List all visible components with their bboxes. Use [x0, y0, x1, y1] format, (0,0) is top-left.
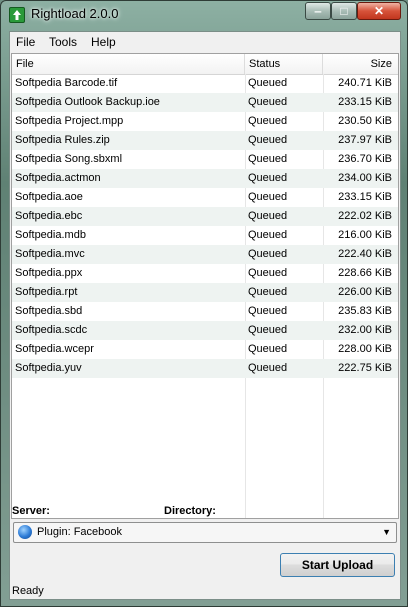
directory-label: Directory: — [164, 505, 216, 517]
size-cell: 237.97 KiB — [338, 134, 392, 146]
column-header-status[interactable]: Status — [245, 54, 323, 74]
status-cell: Queued — [248, 191, 288, 203]
list-rows: Softpedia Barcode.tif Queued 240.71 KiB Sof… — [12, 74, 398, 378]
maximize-button[interactable]: □ — [331, 2, 357, 20]
file-name-cell: Softpedia.mvc — [15, 248, 85, 260]
status-cell: Queued — [248, 324, 288, 336]
status-bar: Ready — [10, 582, 400, 599]
server-select-value: Plugin: Facebook — [37, 526, 122, 538]
app-icon — [9, 7, 25, 23]
status-cell: Queued — [248, 267, 288, 279]
status-cell: Queued — [248, 115, 288, 127]
minimize-button[interactable]: ‒ — [305, 2, 331, 20]
table-row[interactable]: Softpedia Barcode.tif Queued 240.71 KiB — [12, 74, 398, 93]
status-cell: Queued — [248, 343, 288, 355]
table-row[interactable]: Softpedia.mdb Queued 216.00 KiB — [12, 226, 398, 245]
status-cell: Queued — [248, 153, 288, 165]
table-row[interactable]: Softpedia.yuv Queued 222.75 KiB — [12, 359, 398, 378]
table-row[interactable]: Softpedia.ebc Queued 222.02 KiB — [12, 207, 398, 226]
size-cell: 222.75 KiB — [338, 362, 392, 374]
status-cell: Queued — [248, 305, 288, 317]
menu-bar: File Tools Help — [10, 32, 400, 52]
status-cell: Queued — [248, 77, 288, 89]
file-name-cell: Softpedia.sbd — [15, 305, 83, 317]
file-name-cell: Softpedia Rules.zip — [15, 134, 110, 146]
start-upload-button[interactable]: Start Upload — [280, 553, 395, 577]
maximize-icon: □ — [340, 4, 348, 18]
status-cell: Queued — [248, 134, 288, 146]
client-area: File Tools Help File Status Size Softped… — [9, 31, 401, 600]
chevron-down-icon: ▼ — [382, 527, 391, 537]
file-name-cell: Softpedia Outlook Backup.ioe — [15, 96, 160, 108]
globe-icon — [18, 525, 32, 539]
close-button[interactable]: ✕ — [357, 2, 401, 20]
menu-tools[interactable]: Tools — [49, 35, 77, 49]
file-name-cell: Softpedia.yuv — [15, 362, 82, 374]
file-name-cell: Softpedia.ebc — [15, 210, 83, 222]
menu-help[interactable]: Help — [91, 35, 116, 49]
size-cell: 232.00 KiB — [338, 324, 392, 336]
table-row[interactable]: Softpedia.wcepr Queued 228.00 KiB — [12, 340, 398, 359]
title-bar[interactable]: Rightload 2.0.0 ‒ □ ✕ — [1, 1, 407, 29]
size-cell: 234.00 KiB — [338, 172, 392, 184]
table-row[interactable]: Softpedia.aoe Queued 233.15 KiB — [12, 188, 398, 207]
size-cell: 216.00 KiB — [338, 229, 392, 241]
status-text: Ready — [12, 585, 44, 597]
table-row[interactable]: Softpedia.mvc Queued 222.40 KiB — [12, 245, 398, 264]
table-row[interactable]: Softpedia Project.mpp Queued 230.50 KiB — [12, 112, 398, 131]
status-cell: Queued — [248, 96, 288, 108]
status-cell: Queued — [248, 210, 288, 222]
file-name-cell: Softpedia.ppx — [15, 267, 83, 279]
file-name-cell: Softpedia.aoe — [15, 191, 83, 203]
file-name-cell: Softpedia Song.sbxml — [15, 153, 123, 165]
table-row[interactable]: Softpedia.actmon Queued 234.00 KiB — [12, 169, 398, 188]
size-cell: 226.00 KiB — [338, 286, 392, 298]
table-row[interactable]: Softpedia.ppx Queued 228.66 KiB — [12, 264, 398, 283]
table-row[interactable]: Softpedia.scdc Queued 232.00 KiB — [12, 321, 398, 340]
status-cell: Queued — [248, 229, 288, 241]
size-cell: 240.71 KiB — [338, 77, 392, 89]
file-name-cell: Softpedia Barcode.tif — [15, 77, 118, 89]
size-cell: 233.15 KiB — [338, 191, 392, 203]
size-cell: 230.50 KiB — [338, 115, 392, 127]
minimize-icon: ‒ — [314, 4, 322, 18]
file-name-cell: Softpedia.scdc — [15, 324, 88, 336]
file-name-cell: Softpedia.rpt — [15, 286, 78, 298]
status-cell: Queued — [248, 286, 288, 298]
size-cell: 228.00 KiB — [338, 343, 392, 355]
status-cell: Queued — [248, 248, 288, 260]
table-row[interactable]: Softpedia Song.sbxml Queued 236.70 KiB — [12, 150, 398, 169]
status-cell: Queued — [248, 172, 288, 184]
list-header: File Status Size — [12, 54, 398, 75]
server-select[interactable]: Plugin: Facebook ▼ — [13, 522, 397, 543]
table-row[interactable]: Softpedia Outlook Backup.ioe Queued 233.15… — [12, 93, 398, 112]
size-cell: 222.02 KiB — [338, 210, 392, 222]
server-label: Server: — [12, 505, 50, 517]
file-list[interactable]: File Status Size Softpedia Barcode.tif Qu… — [11, 53, 399, 519]
app-window: Rightload 2.0.0 ‒ □ ✕ File Tools Help Fi… — [0, 0, 408, 607]
file-name-cell: Softpedia.actmon — [15, 172, 101, 184]
column-header-file[interactable]: File — [12, 54, 245, 74]
status-cell: Queued — [248, 362, 288, 374]
size-cell: 228.66 KiB — [338, 267, 392, 279]
size-cell: 222.40 KiB — [338, 248, 392, 260]
column-header-size[interactable]: Size — [323, 54, 398, 74]
window-title: Rightload 2.0.0 — [31, 6, 119, 21]
table-row[interactable]: Softpedia Rules.zip Queued 237.97 KiB — [12, 131, 398, 150]
table-row[interactable]: Softpedia.rpt Queued 226.00 KiB — [12, 283, 398, 302]
file-name-cell: Softpedia.wcepr — [15, 343, 94, 355]
menu-file[interactable]: File — [16, 35, 35, 49]
size-cell: 236.70 KiB — [338, 153, 392, 165]
size-cell: 233.15 KiB — [338, 96, 392, 108]
file-name-cell: Softpedia Project.mpp — [15, 115, 124, 127]
file-name-cell: Softpedia.mdb — [15, 229, 86, 241]
size-cell: 235.83 KiB — [338, 305, 392, 317]
table-row[interactable]: Softpedia.sbd Queued 235.83 KiB — [12, 302, 398, 321]
close-icon: ✕ — [373, 4, 385, 18]
